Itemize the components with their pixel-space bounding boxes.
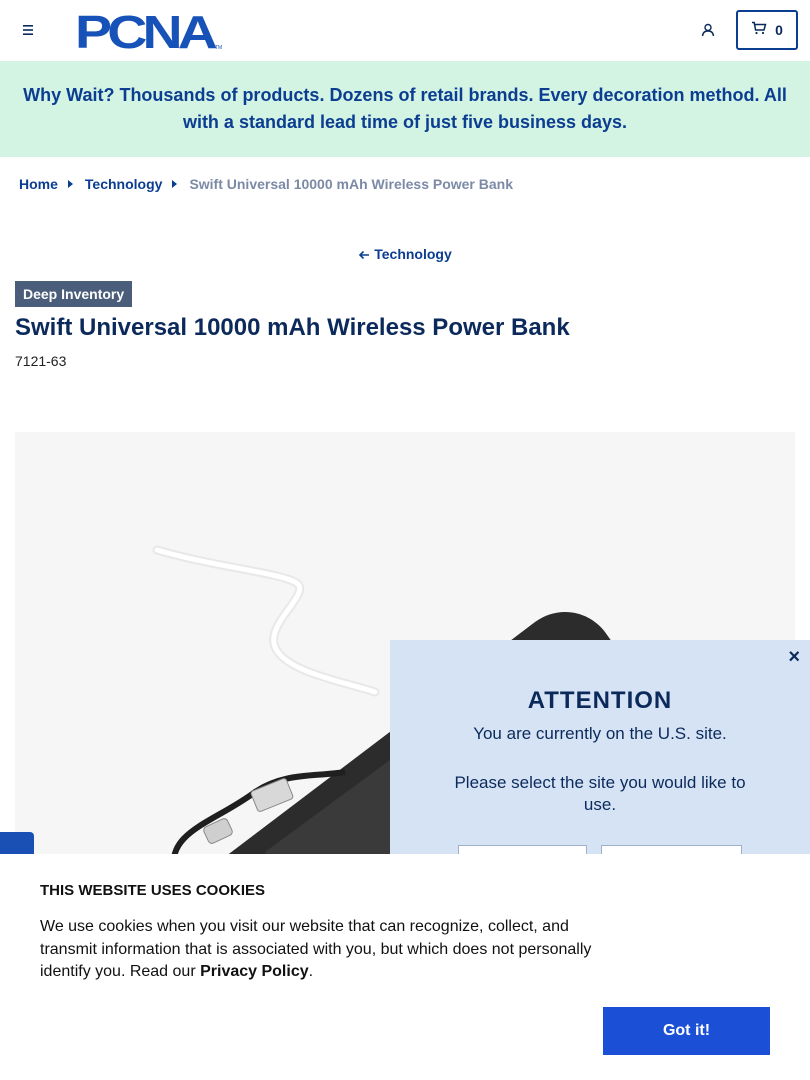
breadcrumb-home[interactable]: Home — [19, 176, 58, 192]
promo-banner-text: Why Wait? Thousands of products. Dozens … — [23, 85, 787, 132]
account-user-icon[interactable] — [698, 20, 718, 40]
cart-button[interactable]: 0 — [736, 10, 798, 50]
product-title: Swift Universal 10000 mAh Wireless Power… — [15, 314, 570, 341]
promo-banner: Why Wait? Thousands of products. Dozens … — [0, 61, 810, 157]
back-link-label: Technology — [374, 246, 452, 262]
accept-cookies-button[interactable]: Got it! — [603, 1007, 770, 1055]
hamburger-menu-icon[interactable] — [18, 20, 38, 40]
back-to-category-link[interactable]: Technology — [358, 246, 452, 262]
cookie-title: THIS WEBSITE USES COOKIES — [40, 882, 266, 899]
modal-current-site-text: You are currently on the U.S. site. — [473, 724, 727, 743]
back-link-container: Technology — [0, 246, 810, 262]
arrow-left-icon — [359, 250, 370, 260]
breadcrumb-separator-icon — [172, 180, 178, 188]
cart-count: 0 — [775, 22, 783, 38]
modal-title: ATTENTION — [527, 687, 673, 714]
breadcrumb-technology[interactable]: Technology — [85, 176, 163, 192]
pcna-logo[interactable]: PCNA TM — [75, 6, 225, 58]
cookie-period: . — [308, 963, 314, 980]
cookie-body: We use cookies when you visit our websit… — [40, 918, 592, 980]
cookie-consent-banner: THIS WEBSITE USES COOKIES We use cookies… — [0, 854, 810, 1080]
close-icon[interactable]: × — [788, 646, 800, 669]
svg-text:PCNA: PCNA — [75, 10, 216, 52]
breadcrumb-separator-icon — [67, 180, 73, 188]
svg-text:TM: TM — [215, 45, 222, 51]
cart-icon — [751, 21, 767, 40]
product-sku: 7121-63 — [15, 353, 67, 369]
modal-select-site-text: Please select the site you would like to… — [454, 773, 746, 814]
privacy-policy-link[interactable]: Privacy Policy — [200, 963, 309, 980]
cookie-text: We use cookies when you visit our websit… — [40, 916, 610, 984]
breadcrumb-current: Swift Universal 10000 mAh Wireless Power… — [189, 176, 514, 192]
site-header: PCNA TM 0 — [0, 0, 810, 61]
deep-inventory-badge: Deep Inventory — [15, 281, 133, 307]
breadcrumb: Home Technology Swift Universal 10000 mA… — [19, 175, 513, 193]
